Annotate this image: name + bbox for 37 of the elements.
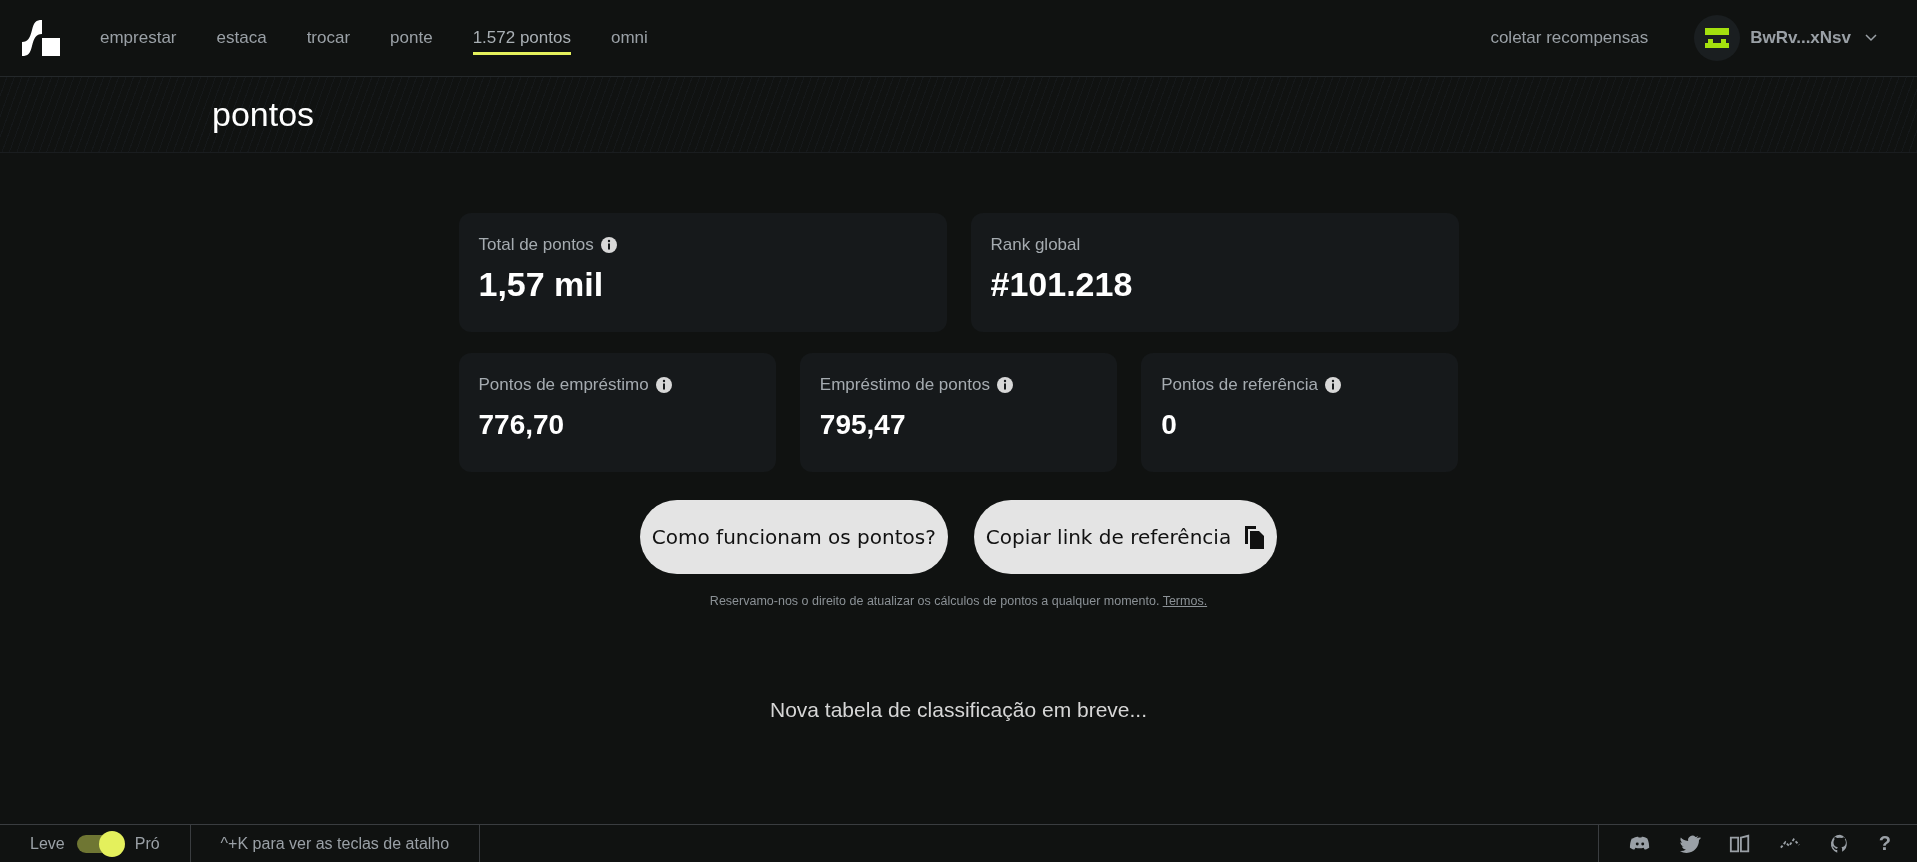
help-button[interactable]: ? xyxy=(1878,832,1891,855)
wallet-avatar[interactable] xyxy=(1694,15,1741,61)
stat-value: 776,70 xyxy=(478,409,566,441)
mode-label: Leve xyxy=(30,834,65,853)
book-icon[interactable] xyxy=(1728,832,1751,855)
nav-link[interactable]: estaca xyxy=(216,21,267,55)
wallet-button[interactable]: BwRv...xNsv xyxy=(1750,28,1877,48)
chevron-down-icon xyxy=(1865,34,1877,42)
terms-link[interactable]: Termos. xyxy=(1162,594,1208,608)
action-button[interactable]: Copiar link de referência xyxy=(973,500,1278,574)
stat-value: 0 xyxy=(1161,409,1178,441)
stat-label: Pontos de empréstimo xyxy=(478,375,649,395)
page-title: pontos xyxy=(212,95,315,134)
stat-value: 1,57 mil xyxy=(478,265,605,304)
disclaimer-text: Reservamo-nos o direito de atualizar os cálculos de pontos a qualquer momento. Termos. xyxy=(709,594,1208,608)
info-icon[interactable] xyxy=(599,236,618,254)
mode-label: Pró xyxy=(134,834,160,853)
nav-link[interactable]: omni xyxy=(610,21,648,55)
copy-icon xyxy=(1243,524,1266,550)
stat-value: #101.218 xyxy=(990,265,1134,304)
stat-label: Pontos de referência xyxy=(1161,375,1319,395)
stat-label: Total de pontos xyxy=(478,235,594,255)
stat-label: Rank global xyxy=(990,235,1081,255)
stat-value: 795,47 xyxy=(819,409,907,441)
info-icon[interactable] xyxy=(1324,376,1343,394)
leaderboard-note: Nova tabela de classificação em breve... xyxy=(770,698,1147,722)
action-button[interactable]: Como funcionam os pontos? xyxy=(639,500,948,574)
rewards-link[interactable]: coletar recompensas xyxy=(1490,28,1649,48)
info-icon[interactable] xyxy=(654,376,673,394)
nav-link[interactable]: ponte xyxy=(390,21,433,55)
nav-link[interactable]: trocar xyxy=(306,21,351,55)
logo-icon[interactable] xyxy=(20,20,60,56)
nav-link[interactable]: emprestar xyxy=(100,21,177,55)
nav-link[interactable]: 1.572 pontos xyxy=(472,21,571,55)
shortcut-hint: ^+K para ver as teclas de atalho xyxy=(220,834,450,853)
stat-label: Empréstimo de pontos xyxy=(819,375,990,395)
info-icon[interactable] xyxy=(995,376,1014,394)
